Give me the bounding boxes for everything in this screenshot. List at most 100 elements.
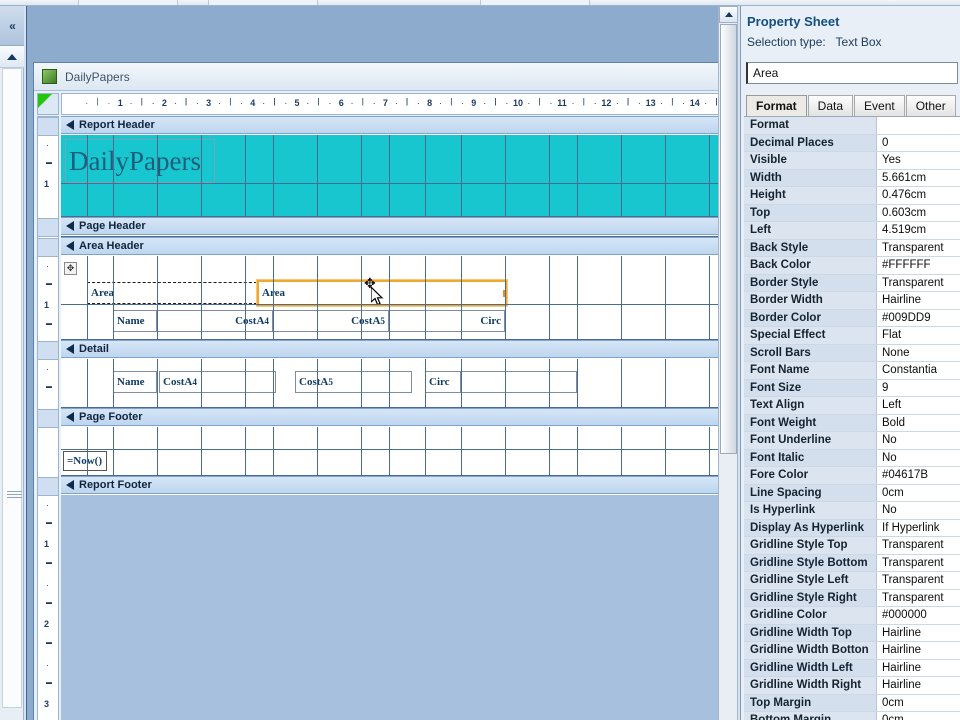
property-row[interactable]: Display As Hyperlink If Hyperlink [744, 519, 960, 537]
property-value[interactable]: Transparent [877, 572, 960, 589]
property-value[interactable]: 4.519cm [877, 222, 960, 239]
report-design-canvas[interactable]: Report Header DailyPapers Page Header Ar… [61, 116, 735, 720]
tab-remnant-1[interactable] [78, 0, 178, 5]
select-all-corner-box[interactable] [37, 93, 59, 115]
property-row[interactable]: Font Size 9 [744, 379, 960, 397]
section-band-report-header[interactable]: Report Header [61, 116, 734, 134]
property-value[interactable]: 0cm [877, 694, 960, 711]
property-value[interactable]: Bold [877, 414, 960, 431]
col-header-costa4[interactable]: CostA 4 [157, 310, 273, 332]
detail-field-costa5[interactable]: CostA 5 [295, 371, 412, 393]
nav-scroll-grip[interactable] [6, 489, 23, 498]
property-tab-event[interactable]: Event [854, 95, 905, 116]
property-row[interactable]: Gridline Width Right Hairline [744, 677, 960, 695]
property-value[interactable]: No [877, 502, 960, 519]
property-row[interactable]: Border Width Hairline [744, 292, 960, 310]
detail-field-circ[interactable]: Circ [425, 371, 461, 393]
property-row[interactable]: Border Style Transparent [744, 274, 960, 292]
property-row[interactable]: Fore Color #04617B [744, 467, 960, 485]
section-body-detail[interactable]: Name CostA 4 CostA 5 Circ [61, 359, 734, 408]
property-value[interactable]: Flat [877, 327, 960, 344]
scroll-up-button[interactable] [719, 6, 738, 23]
property-value[interactable]: No [877, 432, 960, 449]
nav-collapse-button[interactable]: « [0, 6, 24, 46]
nav-scroll-up-button[interactable] [0, 46, 24, 68]
property-value[interactable]: 0 [877, 134, 960, 151]
property-value[interactable]: Constantia [877, 362, 960, 379]
section-band-page-header[interactable]: Page Header [61, 217, 734, 235]
property-value[interactable]: Hairline [877, 642, 960, 659]
canvas-vertical-scrollbar[interactable] [718, 6, 738, 720]
area-textbox-selected[interactable]: Area [257, 280, 507, 306]
section-band-page-footer[interactable]: Page Footer [61, 408, 734, 426]
property-row[interactable]: Top 0.603cm [744, 204, 960, 222]
property-value[interactable] [877, 117, 960, 134]
property-value[interactable]: #000000 [877, 607, 960, 624]
property-value[interactable]: Hairline [877, 659, 960, 676]
property-value[interactable]: If Hyperlink [877, 519, 960, 536]
col-header-costa5[interactable]: CostA 5 [273, 310, 389, 332]
section-band-detail[interactable]: Detail [61, 340, 734, 358]
property-row[interactable]: Font Underline No [744, 432, 960, 450]
property-row[interactable]: Font Weight Bold [744, 414, 960, 432]
property-row[interactable]: Gridline Style Right Transparent [744, 589, 960, 607]
property-value[interactable]: Hairline [877, 624, 960, 641]
section-body-page-footer[interactable]: =Now() [61, 427, 734, 476]
property-value[interactable]: Transparent [877, 239, 960, 256]
property-value[interactable]: Yes [877, 152, 960, 169]
property-value[interactable]: Transparent [877, 274, 960, 291]
property-row[interactable]: Font Name Constantia [744, 362, 960, 380]
detail-field-costa4[interactable]: CostA 4 [159, 371, 276, 393]
selected-object-combobox[interactable]: Area [746, 62, 958, 84]
property-value[interactable]: 5.661cm [877, 169, 960, 186]
property-value[interactable]: Hairline [877, 677, 960, 694]
section-band-report-footer[interactable]: Report Footer [61, 476, 734, 494]
property-row[interactable]: Back Color #FFFFFF [744, 257, 960, 275]
col-header-circ[interactable]: Circ [389, 310, 505, 332]
property-row[interactable]: Decimal Places 0 [744, 134, 960, 152]
property-value[interactable]: 0cm [877, 484, 960, 501]
property-value[interactable]: #FFFFFF [877, 257, 960, 274]
property-row[interactable]: Bottom Margin0cm [744, 712, 960, 720]
nav-scroll-track[interactable] [2, 68, 22, 708]
property-row[interactable]: Special Effect Flat [744, 327, 960, 345]
property-row[interactable]: Gridline Width Botton Hairline [744, 642, 960, 660]
section-body-area-header[interactable]: ✥ Area Area ✥ Name CostA4 [61, 256, 734, 340]
document-tab-bar[interactable]: DailyPapers [34, 63, 738, 91]
property-row[interactable]: Line Spacing 0cm [744, 484, 960, 502]
property-tab-data[interactable]: Data [807, 95, 854, 116]
property-value[interactable]: Hairline [877, 292, 960, 309]
property-row[interactable]: Scroll Bars None [744, 344, 960, 362]
property-row[interactable]: Gridline Style Top Transparent [744, 537, 960, 555]
property-row[interactable]: Text Align Left [744, 397, 960, 415]
property-tab-other[interactable]: Other [905, 95, 956, 116]
property-list[interactable]: Format Decimal Places 0 Visible Yes Width 5.66… [744, 116, 960, 720]
property-value[interactable]: 0cm [877, 712, 960, 720]
section-band-area-header[interactable]: Area Header [61, 237, 734, 255]
property-value[interactable]: 0.603cm [877, 204, 960, 221]
detail-field-name[interactable]: Name [113, 371, 157, 393]
property-value[interactable]: Transparent [877, 554, 960, 571]
property-row[interactable]: Visible Yes [744, 152, 960, 170]
property-value[interactable]: Left [877, 397, 960, 414]
property-value[interactable]: 0.476cm [877, 187, 960, 204]
property-row[interactable]: Gridline Color #000000 [744, 607, 960, 625]
property-row[interactable]: Left 4.519cm [744, 222, 960, 240]
tab-remnant-2[interactable] [208, 0, 318, 5]
section-body-report-footer[interactable] [61, 495, 734, 720]
property-row[interactable]: Gridline Style Bottom Transparent [744, 554, 960, 572]
property-row[interactable]: Back Style Transparent [744, 239, 960, 257]
scroll-thumb[interactable] [720, 24, 737, 454]
property-row[interactable]: Is Hyperlink No [744, 502, 960, 520]
property-row[interactable]: Gridline Width Left Hairline [744, 659, 960, 677]
property-row[interactable]: Font Italic No [744, 449, 960, 467]
property-sheet-tabs[interactable]: Format Data Event Other [746, 94, 960, 116]
property-value[interactable]: 9 [877, 379, 960, 396]
property-value[interactable]: #04617B [877, 467, 960, 484]
property-tab-format[interactable]: Format [746, 95, 807, 116]
property-value[interactable]: No [877, 449, 960, 466]
property-row[interactable]: Format [744, 117, 960, 135]
property-row[interactable]: Width 5.661cm [744, 169, 960, 187]
property-value[interactable]: Transparent [877, 589, 960, 606]
property-value[interactable]: #009DD9 [877, 309, 960, 326]
